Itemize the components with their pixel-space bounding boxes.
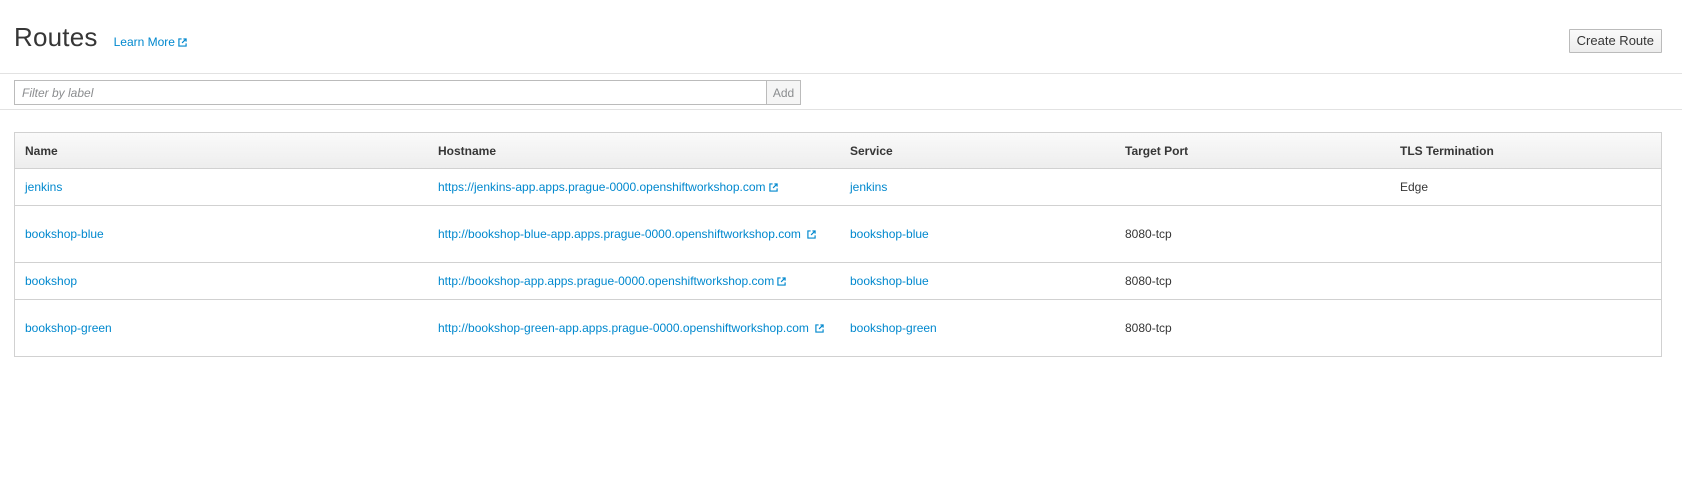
route-name-link[interactable]: jenkins bbox=[25, 180, 62, 194]
routes-table: Name Hostname Service Target Port TLS Te… bbox=[14, 132, 1662, 357]
service-cell: bookshop-green bbox=[840, 299, 1115, 357]
hostname-cell: https://jenkins-app.apps.prague-0000.ope… bbox=[428, 168, 840, 206]
hostname-text: http://bookshop-blue-app.apps.prague-000… bbox=[438, 227, 801, 241]
filter-bar: Add bbox=[0, 73, 1682, 110]
page-header: Routes Learn More bbox=[14, 22, 187, 53]
tls-termination-cell bbox=[1390, 299, 1662, 357]
route-name-cell: bookshop-green bbox=[14, 299, 428, 357]
external-link-icon bbox=[768, 183, 778, 193]
external-link-icon bbox=[777, 277, 786, 287]
route-name-cell: bookshop-blue bbox=[14, 205, 428, 263]
service-cell: bookshop-blue bbox=[840, 205, 1115, 263]
column-header-target-port[interactable]: Target Port bbox=[1115, 132, 1390, 169]
route-name-link[interactable]: bookshop bbox=[25, 274, 77, 288]
tls-termination-cell bbox=[1390, 205, 1662, 263]
filter-by-label-input[interactable] bbox=[14, 80, 766, 105]
route-name-link[interactable]: bookshop-blue bbox=[25, 227, 104, 241]
external-link-icon bbox=[807, 230, 816, 240]
external-link-icon bbox=[178, 37, 187, 47]
hostname-text: https://jenkins-app.apps.prague-0000.ope… bbox=[438, 180, 766, 194]
table-row: bookshop-blue http://bookshop-blue-app.a… bbox=[14, 205, 1662, 263]
service-link[interactable]: bookshop-blue bbox=[850, 227, 929, 241]
route-name-cell: bookshop bbox=[14, 262, 428, 300]
column-header-service[interactable]: Service bbox=[840, 132, 1115, 169]
target-port-cell bbox=[1115, 168, 1390, 206]
hostname-cell: http://bookshop-blue-app.apps.prague-000… bbox=[428, 205, 840, 263]
service-link[interactable]: jenkins bbox=[850, 180, 887, 194]
external-link-icon bbox=[815, 324, 824, 334]
hostname-cell: http://bookshop-app.apps.prague-0000.ope… bbox=[428, 262, 840, 300]
column-header-tls-termination[interactable]: TLS Termination bbox=[1390, 132, 1662, 169]
hostname-link[interactable]: http://bookshop-green-app.apps.prague-00… bbox=[438, 321, 824, 335]
hostname-link[interactable]: http://bookshop-app.apps.prague-0000.ope… bbox=[438, 274, 786, 288]
column-header-name[interactable]: Name bbox=[14, 132, 428, 169]
target-port-cell: 8080-tcp bbox=[1115, 299, 1390, 357]
hostname-text: http://bookshop-app.apps.prague-0000.ope… bbox=[438, 274, 775, 288]
tls-termination-cell: Edge bbox=[1390, 168, 1662, 206]
table-row: bookshop http://bookshop-app.apps.prague… bbox=[14, 262, 1662, 300]
target-port-cell: 8080-tcp bbox=[1115, 262, 1390, 300]
learn-more-link[interactable]: Learn More bbox=[114, 35, 187, 49]
table-row: bookshop-green http://bookshop-green-app… bbox=[14, 299, 1662, 357]
column-header-hostname[interactable]: Hostname bbox=[428, 132, 840, 169]
add-filter-button[interactable]: Add bbox=[766, 80, 801, 105]
hostname-cell: http://bookshop-green-app.apps.prague-00… bbox=[428, 299, 840, 357]
hostname-link[interactable]: https://jenkins-app.apps.prague-0000.ope… bbox=[438, 180, 778, 194]
table-header-row: Name Hostname Service Target Port TLS Te… bbox=[14, 132, 1662, 169]
hostname-link[interactable]: http://bookshop-blue-app.apps.prague-000… bbox=[438, 227, 816, 241]
tls-termination-cell bbox=[1390, 262, 1662, 300]
create-route-button[interactable]: Create Route bbox=[1568, 29, 1662, 53]
page-title: Routes bbox=[14, 22, 98, 52]
service-link[interactable]: bookshop-green bbox=[850, 321, 937, 335]
hostname-text: http://bookshop-green-app.apps.prague-00… bbox=[438, 321, 809, 335]
routes-page: Routes Learn More Create Route Add Name … bbox=[0, 0, 1682, 479]
route-name-cell: jenkins bbox=[14, 168, 428, 206]
target-port-cell: 8080-tcp bbox=[1115, 205, 1390, 263]
service-cell: jenkins bbox=[840, 168, 1115, 206]
service-cell: bookshop-blue bbox=[840, 262, 1115, 300]
service-link[interactable]: bookshop-blue bbox=[850, 274, 929, 288]
route-name-link[interactable]: bookshop-green bbox=[25, 321, 112, 335]
table-row: jenkins https://jenkins-app.apps.prague-… bbox=[14, 168, 1662, 206]
learn-more-label: Learn More bbox=[113, 35, 175, 49]
